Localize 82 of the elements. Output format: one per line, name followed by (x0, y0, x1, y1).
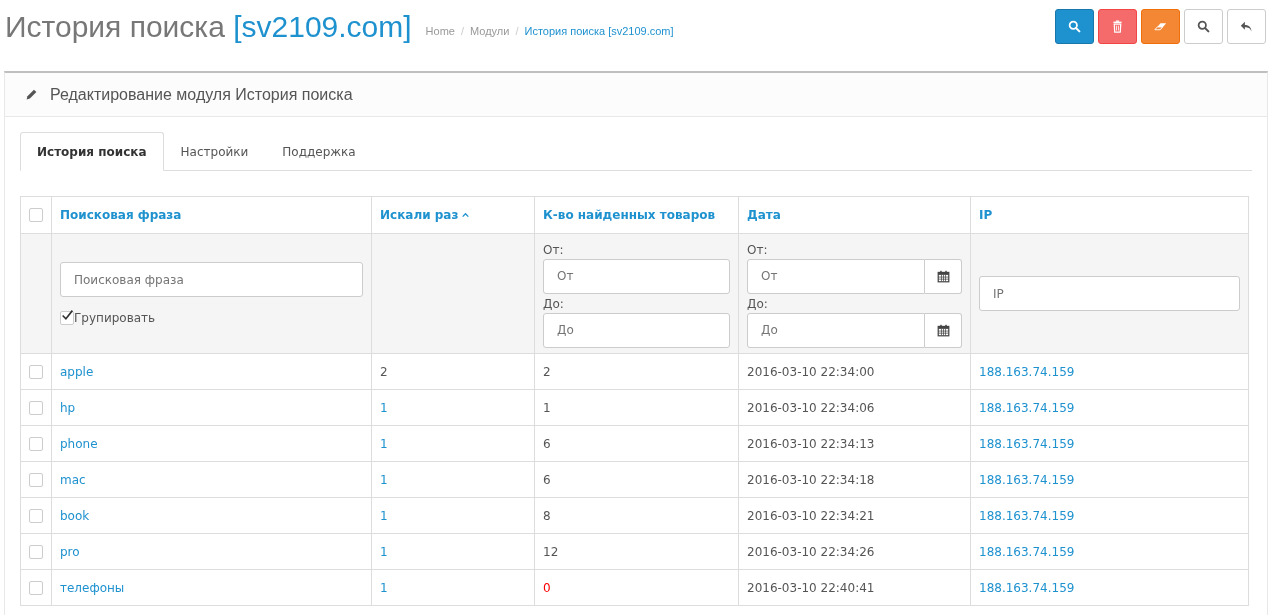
count-link[interactable]: 1 (380, 508, 388, 523)
phrase-link[interactable]: pro (60, 544, 80, 559)
count-link[interactable]: 1 (380, 436, 388, 451)
breadcrumb-link[interactable]: Home (425, 24, 455, 37)
field-label: До: (543, 296, 565, 311)
ip-link[interactable]: 188.163.74.159 (979, 436, 1075, 451)
field-label: От: (543, 242, 565, 257)
date-text: 2016-03-10 22:34:00 (747, 364, 875, 379)
delete-button[interactable] (1098, 9, 1137, 44)
ip-link[interactable]: 188.163.74.159 (979, 364, 1075, 379)
column-header[interactable]: Дата (747, 208, 781, 222)
checkbox[interactable] (29, 208, 43, 223)
page-title: История поиска [sv2109.com] (5, 9, 412, 44)
date-text: 2016-03-10 22:40:41 (747, 580, 875, 595)
breadcrumb-link[interactable]: Модули (470, 24, 510, 37)
trash-icon (1111, 20, 1124, 33)
phrase-link[interactable]: hp (60, 400, 76, 415)
eraser-icon (1154, 20, 1167, 33)
phrase-link[interactable]: phone (60, 436, 98, 451)
to-field[interactable]: До (543, 312, 730, 348)
found-count: 8 (543, 508, 551, 523)
calendar-button[interactable] (925, 258, 962, 294)
date-from-field[interactable]: От (747, 258, 925, 294)
pencil-icon (25, 88, 38, 101)
column-header[interactable]: Поисковая фраза (60, 208, 182, 222)
date-to-field[interactable]: До (747, 312, 925, 348)
ip-filter-field[interactable]: IP (979, 276, 1240, 311)
back-arrow-icon (1240, 20, 1253, 33)
phrase-link[interactable]: book (60, 508, 90, 523)
search-icon (1197, 20, 1210, 33)
phrase-link[interactable]: телефоны (60, 580, 125, 595)
date-text: 2016-03-10 22:34:21 (747, 508, 875, 523)
checkbox[interactable] (29, 544, 43, 559)
date-text: 2016-03-10 22:34:26 (747, 544, 875, 559)
ip-link[interactable]: 188.163.74.159 (979, 400, 1075, 415)
ip-link[interactable]: 188.163.74.159 (979, 508, 1075, 523)
phrase-filter-field[interactable]: Поисковая фраза (60, 262, 363, 297)
breadcrumb-separator: / (460, 24, 464, 37)
tab[interactable]: Настройки (163, 132, 266, 171)
checkbox-label: Групировать (74, 311, 156, 325)
breadcrumb-link[interactable]: История поиска [sv2109.com] (524, 24, 674, 37)
ip-link[interactable]: 188.163.74.159 (979, 544, 1075, 559)
count-link[interactable]: 1 (380, 580, 388, 595)
found-count: 12 (543, 544, 559, 559)
checkbox[interactable] (29, 436, 43, 451)
checkbox[interactable] (29, 472, 43, 487)
ip-link[interactable]: 188.163.74.159 (979, 472, 1075, 487)
field-label: До: (747, 296, 769, 311)
tab[interactable]: Поддержка (265, 132, 373, 171)
checkbox[interactable] (60, 311, 74, 325)
found-count: 0 (543, 580, 551, 595)
clear-button[interactable] (1141, 9, 1180, 44)
calendar-icon (936, 323, 950, 337)
found-count: 6 (543, 472, 551, 487)
back-button[interactable] (1227, 9, 1266, 44)
calendar-button[interactable] (925, 312, 962, 348)
phrase-link[interactable]: mac (60, 472, 86, 487)
checkbox[interactable] (29, 508, 43, 523)
date-text: 2016-03-10 22:34:06 (747, 400, 875, 415)
count-link[interactable]: 1 (380, 472, 388, 487)
checkbox[interactable] (29, 400, 43, 415)
breadcrumb-separator: / (515, 24, 519, 37)
count-text: 2 (380, 364, 388, 379)
tab[interactable]: История поиска (20, 132, 164, 171)
checkbox[interactable] (29, 364, 43, 379)
date-text: 2016-03-10 22:34:18 (747, 472, 875, 487)
phrase-link[interactable]: apple (60, 364, 94, 379)
checkbox[interactable] (29, 580, 43, 595)
search-icon (1068, 20, 1081, 33)
date-text: 2016-03-10 22:34:13 (747, 436, 875, 451)
found-count: 1 (543, 400, 551, 415)
column-header[interactable]: IP (979, 208, 993, 222)
count-link[interactable]: 1 (380, 544, 388, 559)
field-label: От: (747, 242, 769, 257)
found-count: 2 (543, 364, 551, 379)
panel-title: Редактирование модуля История поиска (50, 85, 353, 104)
search-button[interactable] (1055, 9, 1094, 44)
from-field[interactable]: От (543, 258, 730, 294)
ip-link[interactable]: 188.163.74.159 (979, 580, 1075, 595)
count-link[interactable]: 1 (380, 400, 388, 415)
calendar-icon (936, 269, 950, 283)
found-count: 6 (543, 436, 551, 451)
